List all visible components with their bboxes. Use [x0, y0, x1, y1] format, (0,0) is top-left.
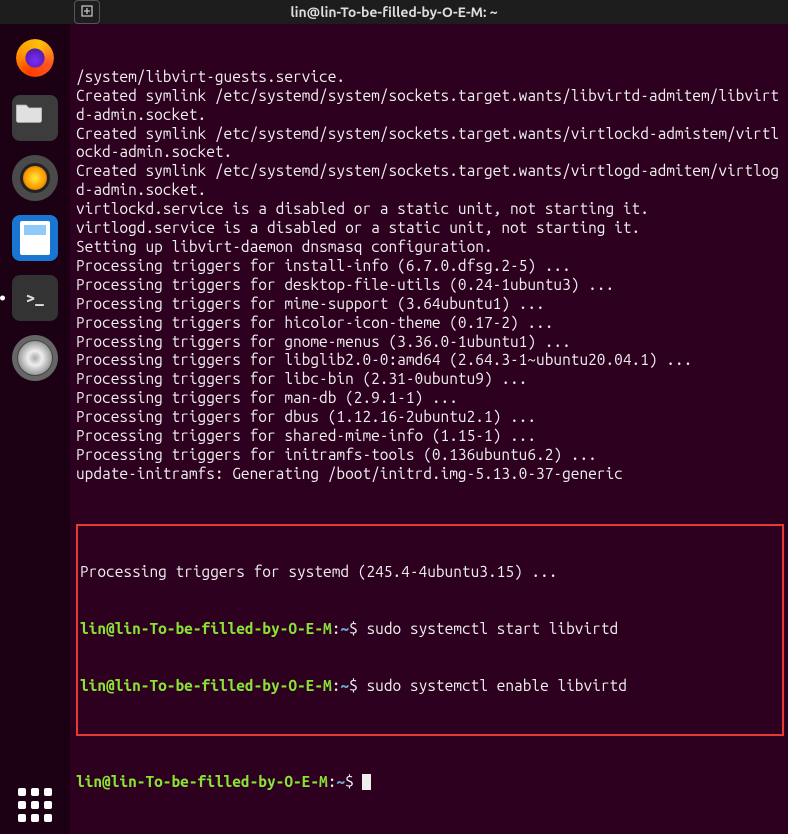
dock-item-terminal[interactable]: >_ — [9, 272, 61, 324]
dock-item-files[interactable] — [9, 92, 61, 144]
output-line: Processing triggers for hicolor-icon-the… — [76, 314, 784, 333]
output-line: Processing triggers for libglib2.0-0:amd… — [76, 351, 784, 370]
cursor — [362, 774, 371, 790]
prompt-line: lin@lin-To-be-filled-by-O-E-M:~$ sudo sy… — [80, 677, 780, 696]
output-line: virtlockd.service is a disabled or a sta… — [76, 200, 784, 219]
output-line: Created symlink /etc/systemd/system/sock… — [76, 87, 784, 125]
terminal-output[interactable]: /system/libvirt-guests.service.Created s… — [70, 24, 788, 834]
dock-item-firefox[interactable] — [9, 32, 61, 84]
output-line: virtlogd.service is a disabled or a stat… — [76, 219, 784, 238]
output-line: Processing triggers for systemd (245.4-4… — [80, 563, 780, 582]
window-title: lin@lin-To-be-filled-by-O-E-M: ~ — [100, 4, 788, 20]
output-line: Processing triggers for libc-bin (2.31-0… — [76, 370, 784, 389]
prompt-line: lin@lin-To-be-filled-by-O-E-M:~$ sudo sy… — [80, 620, 780, 639]
output-line: /system/libvirt-guests.service. — [76, 68, 784, 87]
output-line: Processing triggers for shared-mime-info… — [76, 427, 784, 446]
disk-icon — [12, 335, 58, 381]
new-tab-button[interactable] — [74, 0, 100, 24]
document-icon — [12, 215, 58, 261]
plus-icon — [80, 4, 94, 21]
firefox-icon — [12, 35, 58, 81]
dock-item-disks[interactable] — [9, 332, 61, 384]
output-line: Setting up libvirt-daemon dnsmasq config… — [76, 238, 784, 257]
window-titlebar: lin@lin-To-be-filled-by-O-E-M: ~ — [0, 0, 788, 24]
command-text: sudo systemctl enable libvirtd — [366, 677, 626, 694]
output-line: Processing triggers for initramfs-tools … — [76, 446, 784, 465]
show-applications-button[interactable] — [18, 788, 52, 822]
output-line: Processing triggers for install-info (6.… — [76, 257, 784, 276]
prompt-line: lin@lin-To-be-filled-by-O-E-M:~$ — [76, 773, 784, 792]
output-line: update-initramfs: Generating /boot/initr… — [76, 465, 784, 484]
files-icon — [12, 95, 58, 141]
dock: >_ — [0, 24, 70, 834]
dock-item-writer[interactable] — [9, 212, 61, 264]
highlighted-commands: Processing triggers for systemd (245.4-4… — [76, 524, 784, 736]
output-line: Processing triggers for man-db (2.9.1-1)… — [76, 389, 784, 408]
output-line: Processing triggers for desktop-file-uti… — [76, 276, 784, 295]
output-line: Processing triggers for dbus (1.12.16-2u… — [76, 408, 784, 427]
output-line: Created symlink /etc/systemd/system/sock… — [76, 125, 784, 163]
dock-item-rhythmbox[interactable] — [9, 152, 61, 204]
output-line: Processing triggers for gnome-menus (3.3… — [76, 333, 784, 352]
command-text: sudo systemctl start libvirtd — [366, 620, 618, 637]
terminal-icon: >_ — [12, 275, 58, 321]
speaker-icon — [12, 155, 58, 201]
output-line: Processing triggers for mime-support (3.… — [76, 295, 784, 314]
output-line: Created symlink /etc/systemd/system/sock… — [76, 162, 784, 200]
